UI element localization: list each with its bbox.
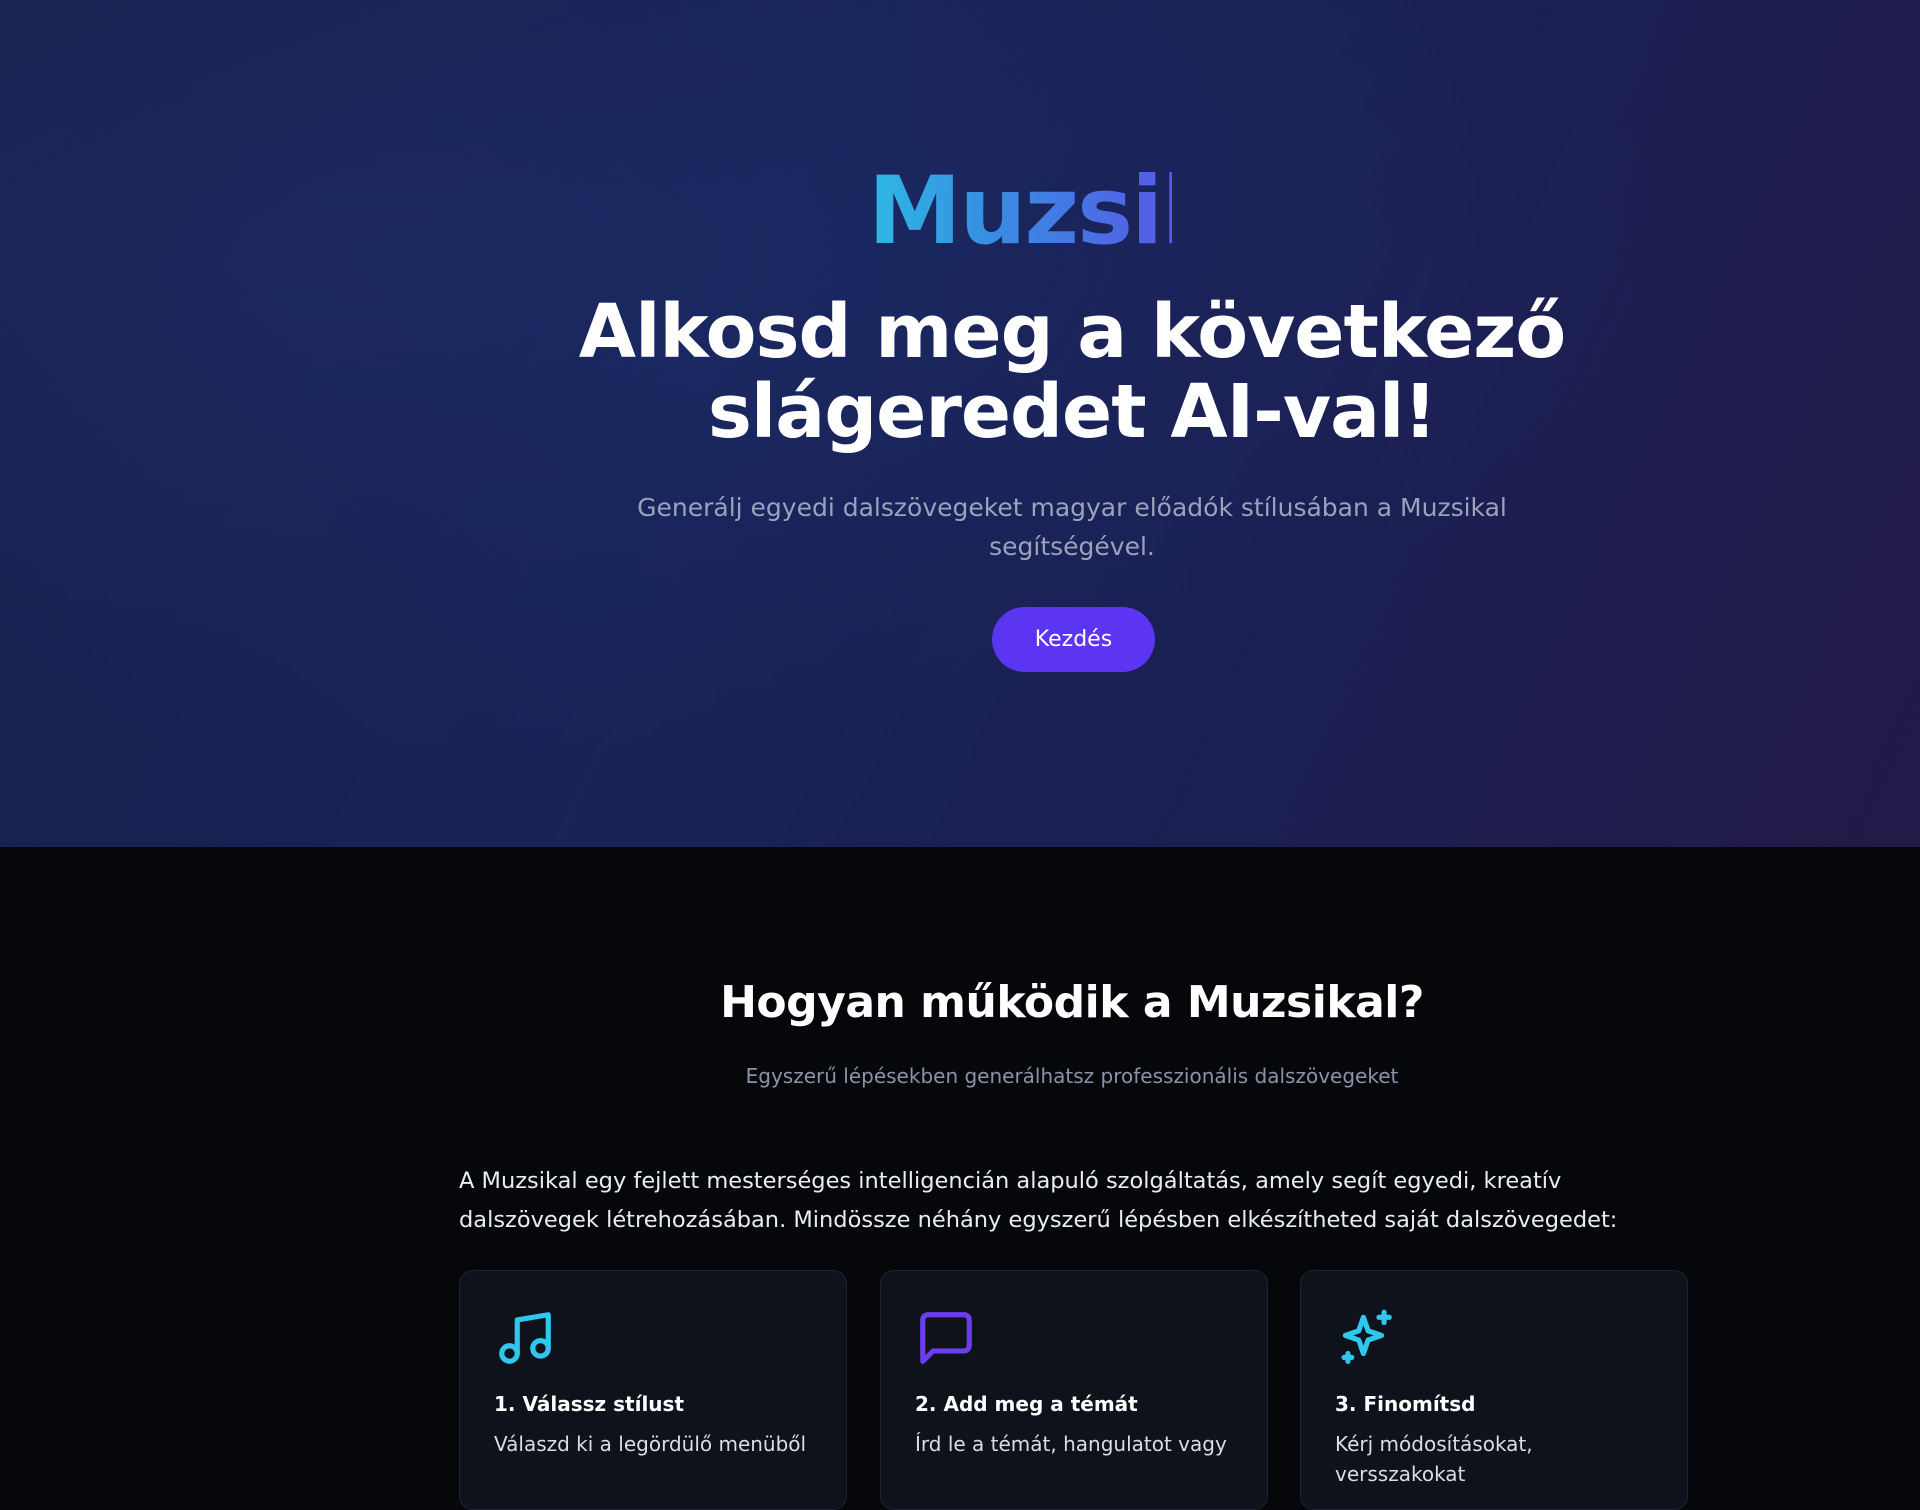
music-note-icon (494, 1307, 556, 1369)
step-card-topic: 2. Add meg a témát Írd le a témát, hangu… (880, 1270, 1268, 1510)
hero-subtitle: Generálj egyedi dalszövegeket magyar elő… (637, 493, 1507, 561)
step-title: 1. Válassz stílust (494, 1392, 684, 1416)
intro-paragraph: A Muzsikal egy fejlett mesterséges intel… (459, 1168, 1618, 1233)
step-text: Válaszd ki a legördülő menüből (494, 1432, 807, 1456)
section-subtitle: Egyszerű lépésekben generálhatsz profess… (745, 1064, 1399, 1088)
sparkles-icon (1335, 1307, 1397, 1369)
chat-bubble-icon (915, 1307, 977, 1369)
step-text: Kérj módosításokat, versszakokat (1335, 1432, 1533, 1486)
step-title: 3. Finomítsd (1335, 1392, 1476, 1416)
step-text: Írd le a témát, hangulatot vagy (915, 1432, 1227, 1456)
logo-text: Muzsikal (868, 166, 1172, 258)
start-button[interactable]: Kezdés (992, 607, 1155, 672)
step-card-refine: 3. Finomítsd Kérj módosításokat, verssza… (1300, 1270, 1688, 1510)
hero-title: Alkosd meg a következő slágeredet AI-val… (578, 289, 1566, 455)
section-title: Hogyan működik a Muzsikal? (720, 977, 1424, 1028)
step-title: 2. Add meg a témát (915, 1392, 1138, 1416)
logo: Muzsikal (868, 166, 1172, 258)
step-card-style: 1. Válassz stílust Válaszd ki a legördül… (459, 1270, 847, 1510)
hero-section: Muzsikal Alkosd meg a következő slágered… (0, 0, 1920, 847)
